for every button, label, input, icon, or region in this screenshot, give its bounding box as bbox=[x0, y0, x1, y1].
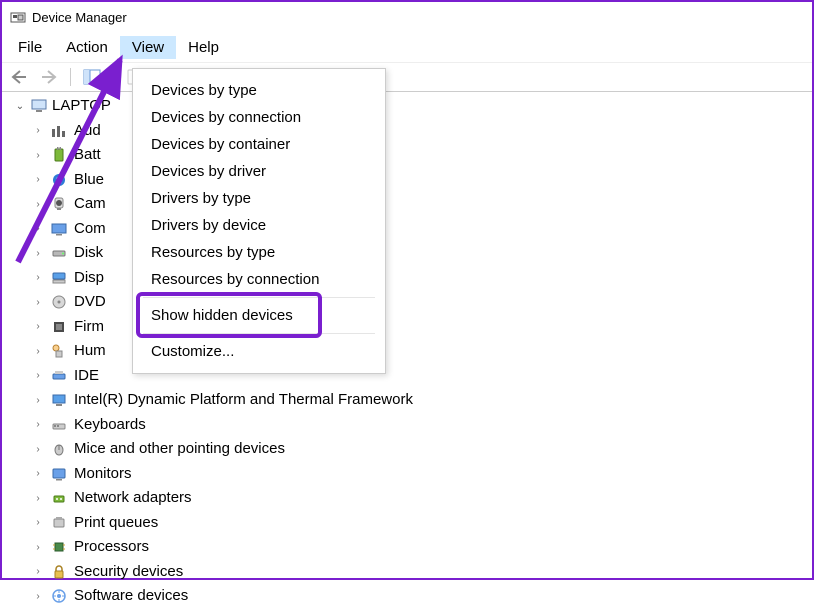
menu-devices-by-connection[interactable]: Devices by connection bbox=[133, 104, 385, 131]
expand-caret-icon[interactable]: › bbox=[32, 344, 44, 359]
tree-node[interactable]: › Processors bbox=[32, 535, 812, 560]
menu-devices-by-container[interactable]: Devices by container bbox=[133, 131, 385, 158]
expand-caret-icon[interactable]: › bbox=[32, 270, 44, 285]
tree-node[interactable]: › Print queues bbox=[32, 511, 812, 536]
expand-caret-icon[interactable]: › bbox=[32, 589, 44, 604]
menu-separator-2 bbox=[143, 333, 375, 334]
device-category-icon bbox=[50, 367, 68, 385]
titlebar: Device Manager bbox=[2, 2, 812, 32]
tree-node[interactable]: › Network adapters bbox=[32, 486, 812, 511]
device-category-icon bbox=[50, 318, 68, 336]
expand-caret-icon[interactable]: › bbox=[32, 295, 44, 310]
tree-node[interactable]: › Monitors bbox=[32, 462, 812, 487]
tree-node-label: Monitors bbox=[74, 463, 132, 486]
tree-node[interactable]: › Keyboards bbox=[32, 413, 812, 438]
tree-node-label: Intel(R) Dynamic Platform and Thermal Fr… bbox=[74, 389, 413, 412]
menu-devices-by-driver[interactable]: Devices by driver bbox=[133, 158, 385, 185]
menu-devices-by-type[interactable]: Devices by type bbox=[133, 77, 385, 104]
tree-node[interactable]: ›Security devices bbox=[32, 560, 812, 585]
device-category-icon bbox=[50, 563, 68, 581]
menu-show-hidden-devices[interactable]: Show hidden devices bbox=[133, 302, 385, 329]
tree-node-label: DVD bbox=[74, 291, 106, 314]
tree-node[interactable]: › Software devices bbox=[32, 584, 812, 609]
tree-node-label: Software devices bbox=[74, 585, 188, 608]
menu-resources-by-type[interactable]: Resources by type bbox=[133, 239, 385, 266]
menu-drivers-by-type[interactable]: Drivers by type bbox=[133, 185, 385, 212]
tree-node-label: Processors bbox=[74, 536, 149, 559]
expand-caret-icon[interactable]: › bbox=[32, 540, 44, 555]
menu-customize[interactable]: Customize... bbox=[133, 338, 385, 365]
annotation-arrow bbox=[8, 42, 138, 272]
tree-node-label: Keyboards bbox=[74, 414, 146, 437]
menu-resources-by-connection[interactable]: Resources by connection bbox=[133, 266, 385, 293]
tree-node-label: IDE bbox=[74, 365, 99, 388]
tree-node[interactable]: › Mice and other pointing devices bbox=[32, 437, 812, 462]
expand-caret-icon[interactable]: › bbox=[32, 442, 44, 457]
device-category-icon bbox=[50, 440, 68, 458]
device-category-icon bbox=[50, 489, 68, 507]
expand-caret-icon[interactable]: › bbox=[32, 466, 44, 481]
tree-node-label: Print queues bbox=[74, 512, 158, 535]
device-category-icon bbox=[50, 416, 68, 434]
expand-caret-icon[interactable]: › bbox=[32, 319, 44, 334]
expand-caret-icon[interactable]: › bbox=[32, 564, 44, 579]
device-category-icon bbox=[50, 587, 68, 605]
expand-caret-icon[interactable]: › bbox=[32, 491, 44, 506]
tree-node-label: Firm bbox=[74, 316, 104, 339]
app-icon bbox=[10, 9, 26, 25]
tree-node-label: Network adapters bbox=[74, 487, 192, 510]
device-category-icon bbox=[50, 538, 68, 556]
device-category-icon bbox=[50, 514, 68, 532]
menu-drivers-by-device[interactable]: Drivers by device bbox=[133, 212, 385, 239]
menu-separator bbox=[143, 297, 375, 298]
tree-node-label: Hum bbox=[74, 340, 106, 363]
window-title: Device Manager bbox=[32, 10, 127, 25]
device-category-icon bbox=[50, 293, 68, 311]
tree-node[interactable]: › Intel(R) Dynamic Platform and Thermal F… bbox=[32, 388, 812, 413]
expand-caret-icon[interactable]: › bbox=[32, 393, 44, 408]
expand-caret-icon[interactable]: › bbox=[32, 368, 44, 383]
expand-caret-icon[interactable]: › bbox=[32, 417, 44, 432]
device-category-icon bbox=[50, 342, 68, 360]
view-dropdown: Devices by type Devices by connection De… bbox=[132, 68, 386, 374]
expand-caret-icon[interactable]: › bbox=[32, 515, 44, 530]
tree-node-label: Mice and other pointing devices bbox=[74, 438, 285, 461]
menu-help[interactable]: Help bbox=[176, 36, 231, 59]
device-category-icon bbox=[50, 465, 68, 483]
device-category-icon bbox=[50, 391, 68, 409]
